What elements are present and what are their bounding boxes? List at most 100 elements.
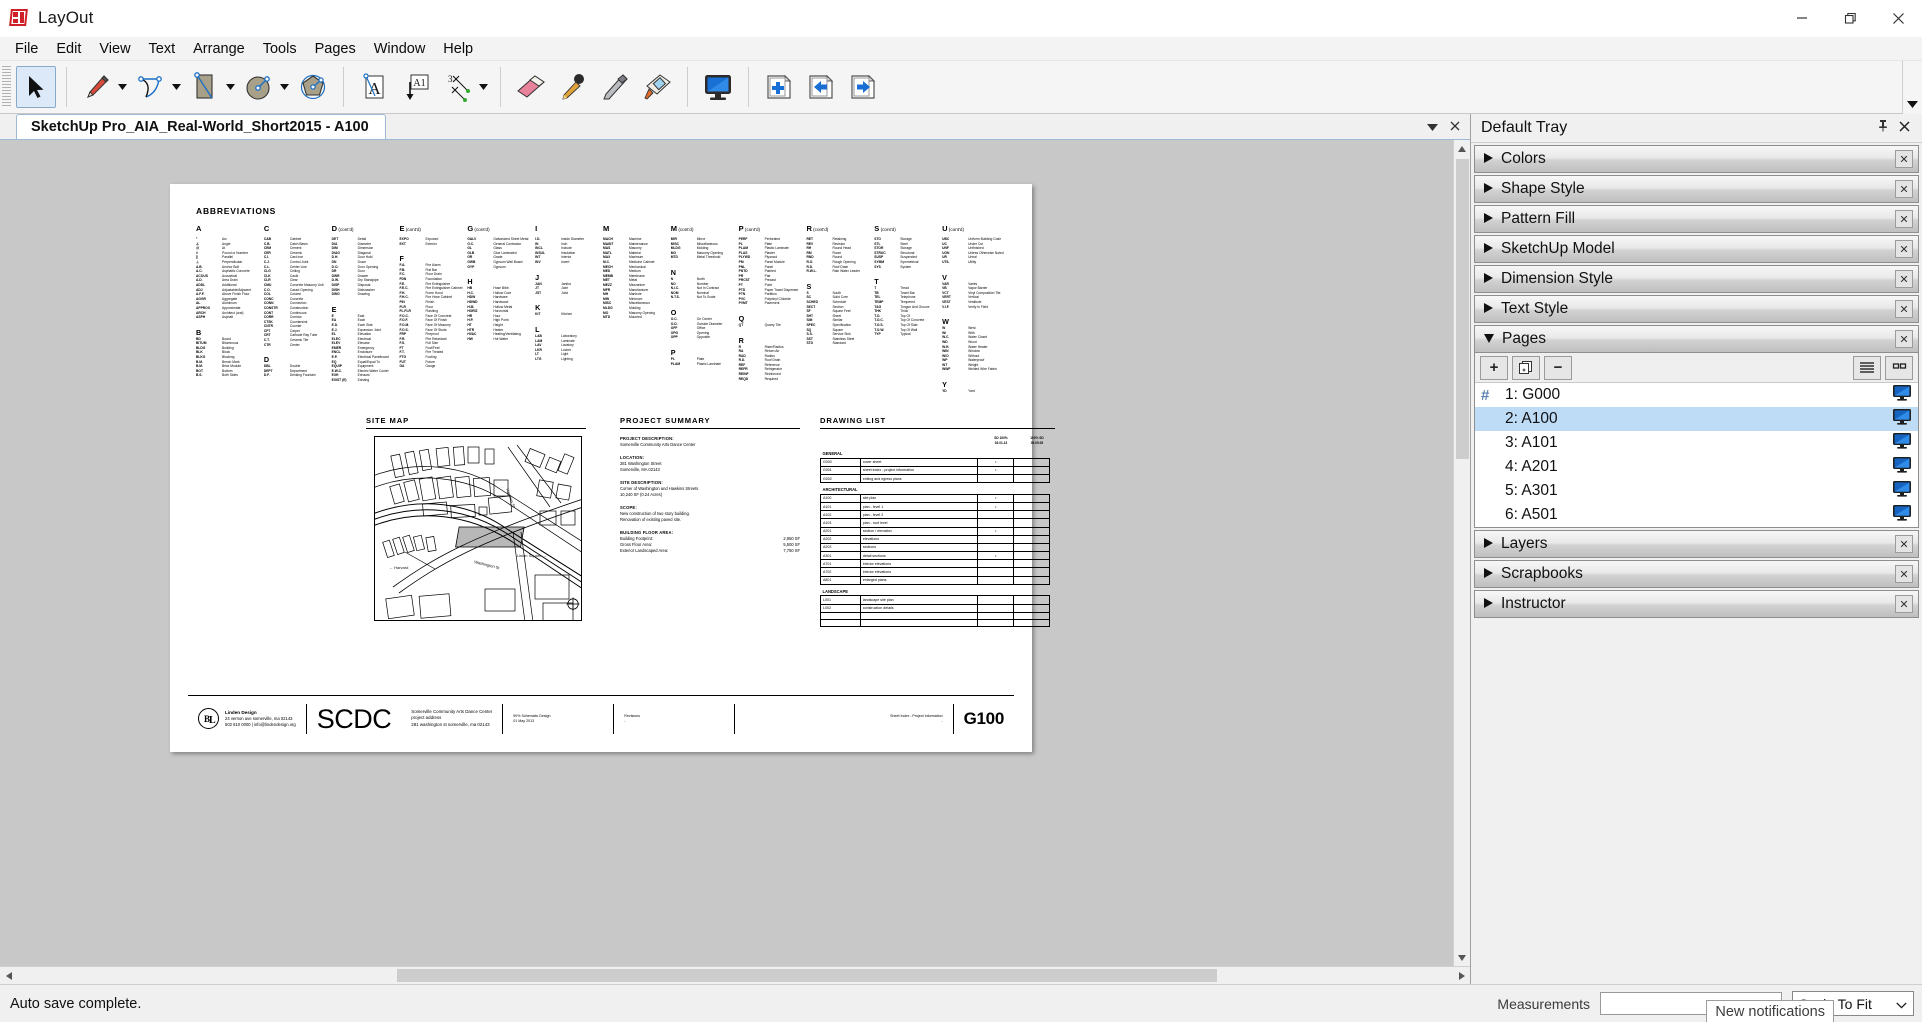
remove-page-button[interactable]: − [1544, 355, 1572, 380]
abbreviation-key: TYP [874, 332, 881, 337]
monitor-icon[interactable] [1892, 432, 1912, 454]
page-list-item[interactable]: 3: A101 [1475, 431, 1918, 455]
tray-panel-close-icon[interactable]: ✕ [1895, 270, 1913, 288]
eraser-tool[interactable] [511, 66, 551, 108]
dimension-tool-dropdown[interactable] [475, 66, 491, 108]
style-tool[interactable] [553, 66, 593, 108]
line-tool[interactable] [77, 66, 117, 108]
tray-panel-layers[interactable]: Layers ✕ [1474, 530, 1919, 558]
tab-close-icon[interactable] [1450, 120, 1460, 134]
site-map-image[interactable]: ← Harvard Washington St Union Square → H… [374, 436, 582, 621]
add-page-button[interactable]: + [1480, 355, 1508, 380]
menu-tools[interactable]: Tools [254, 38, 306, 60]
tray-panel-close-icon[interactable]: ✕ [1895, 240, 1913, 258]
menu-file[interactable]: File [6, 38, 47, 60]
document-viewport[interactable]: ABBREVIATIONS A ° Arc ∠ Angle @ At # Pound or Nu… [0, 140, 1470, 966]
drawing-list-cell-c1 [977, 611, 1015, 620]
drawing-list-cell-c2 [1013, 603, 1050, 613]
duplicate-page-button[interactable] [1512, 355, 1540, 380]
tray-panel-close-icon[interactable]: ✕ [1895, 595, 1913, 613]
text-tool[interactable]: A [354, 66, 394, 108]
rectangle-tool[interactable] [185, 66, 225, 108]
pin-icon[interactable] [1877, 119, 1889, 137]
start-presentation-button[interactable] [698, 66, 738, 108]
add-page-button[interactable] [759, 66, 799, 108]
rectangle-tool-dropdown[interactable] [222, 66, 238, 108]
maximize-restore-button[interactable] [1826, 0, 1874, 37]
split-tool[interactable] [595, 66, 635, 108]
new-notifications-button[interactable]: New notifications [1706, 1000, 1834, 1022]
tray-panel-scrapbooks[interactable]: Scrapbooks ✕ [1474, 560, 1919, 588]
page-list-item[interactable]: 6: A501 [1475, 503, 1918, 527]
arc-tool[interactable] [131, 66, 171, 108]
monitor-icon[interactable] [1892, 480, 1912, 502]
document-tab[interactable]: SketchUp Pro_AIA_Real-World_Short2015 - … [16, 114, 386, 139]
tray-panel-close-icon[interactable]: ✕ [1895, 210, 1913, 228]
drawing-sheet[interactable]: ABBREVIATIONS A ° Arc ∠ Angle @ At # Pound or Nu… [170, 184, 1055, 752]
page-list-item[interactable]: #1: G000 [1475, 383, 1918, 407]
menu-window[interactable]: Window [365, 38, 435, 60]
tray-panel-dimension-style[interactable]: Dimension Style ✕ [1474, 265, 1919, 293]
menu-edit[interactable]: Edit [47, 38, 90, 60]
grid-view-button[interactable] [1885, 355, 1913, 380]
label-tool[interactable]: A1 [396, 66, 436, 108]
dimension-tool[interactable]: 3 [438, 66, 478, 108]
monitor-icon[interactable] [1892, 384, 1912, 406]
tray-panel-pattern-fill[interactable]: Pattern Fill ✕ [1474, 205, 1919, 233]
app-title: LayOut [38, 8, 94, 27]
join-tool[interactable] [637, 66, 677, 108]
monitor-icon[interactable] [1892, 408, 1912, 430]
horizontal-scrollbar[interactable] [0, 966, 1470, 984]
previous-page-button[interactable] [801, 66, 841, 108]
polygon-tool[interactable] [293, 66, 333, 108]
close-button[interactable] [1874, 0, 1922, 37]
tray-panel-close-icon[interactable]: ✕ [1895, 330, 1913, 348]
tray-panel-shape-style[interactable]: Shape Style ✕ [1474, 175, 1919, 203]
arc-tool-dropdown[interactable] [168, 66, 184, 108]
tray-panel-close-icon[interactable]: ✕ [1895, 565, 1913, 583]
menu-view[interactable]: View [90, 38, 139, 60]
toolbar-overflow-button[interactable] [1902, 61, 1922, 114]
canvas-area[interactable]: ABBREVIATIONS A ° Arc ∠ Angle @ At # Pound or Nu… [0, 140, 1453, 966]
tray-panel-sketchup-model[interactable]: SketchUp Model ✕ [1474, 235, 1919, 263]
tray-panel-close-icon[interactable]: ✕ [1895, 180, 1913, 198]
tray-close-icon[interactable] [1899, 119, 1910, 137]
scroll-down-button[interactable] [1453, 949, 1470, 966]
toolbar-grip[interactable] [2, 66, 11, 108]
abbreviation-row: MTD Mounted [603, 315, 671, 320]
page-list-item[interactable]: 4: A201 [1475, 455, 1918, 479]
monitor-icon[interactable] [1892, 504, 1912, 526]
next-page-button[interactable] [843, 66, 883, 108]
abbreviations-column-head: G (cont'd) [467, 224, 490, 233]
circle-tool[interactable] [239, 66, 279, 108]
menu-help[interactable]: Help [434, 38, 482, 60]
circle-tool-dropdown[interactable] [276, 66, 292, 108]
menu-arrange[interactable]: Arrange [184, 38, 254, 60]
scroll-up-button[interactable] [1453, 140, 1470, 157]
line-tool-dropdown[interactable] [114, 66, 130, 108]
tray-panel-close-icon[interactable]: ✕ [1895, 300, 1913, 318]
tray-panel-pages[interactable]: Pages ✕ [1474, 325, 1919, 353]
vertical-scrollbar[interactable] [1453, 140, 1470, 966]
horizontal-scroll-thumb[interactable] [397, 969, 1217, 982]
tab-minimize-icon[interactable] [1427, 120, 1438, 134]
page-list-item[interactable]: 5: A301 [1475, 479, 1918, 503]
vertical-scroll-thumb[interactable] [1455, 159, 1469, 459]
scroll-left-button[interactable] [0, 967, 17, 984]
sheet-title: Sheet Index - Project Information [890, 713, 943, 718]
scroll-right-button[interactable] [1453, 967, 1470, 984]
tray-panel-instructor[interactable]: Instructor ✕ [1474, 590, 1919, 618]
menu-text[interactable]: Text [140, 38, 185, 60]
select-tool[interactable] [16, 66, 56, 108]
abbreviations-column: A ° Arc ∠ Angle @ At # Pound or Number ∥ Parallel ⊥… [196, 224, 264, 394]
page-list-item[interactable]: 2: A100 [1475, 407, 1918, 431]
list-view-button[interactable] [1853, 355, 1881, 380]
monitor-icon[interactable] [1892, 456, 1912, 478]
tray-panel-colors[interactable]: Colors ✕ [1474, 145, 1919, 173]
tray-panel-close-icon[interactable]: ✕ [1895, 150, 1913, 168]
menu-pages[interactable]: Pages [306, 38, 365, 60]
tray-panel-close-icon[interactable]: ✕ [1895, 535, 1913, 553]
tray-panel-text-style[interactable]: Text Style ✕ [1474, 295, 1919, 323]
minimize-button[interactable] [1778, 0, 1826, 37]
tray-header: Default Tray [1471, 114, 1922, 143]
